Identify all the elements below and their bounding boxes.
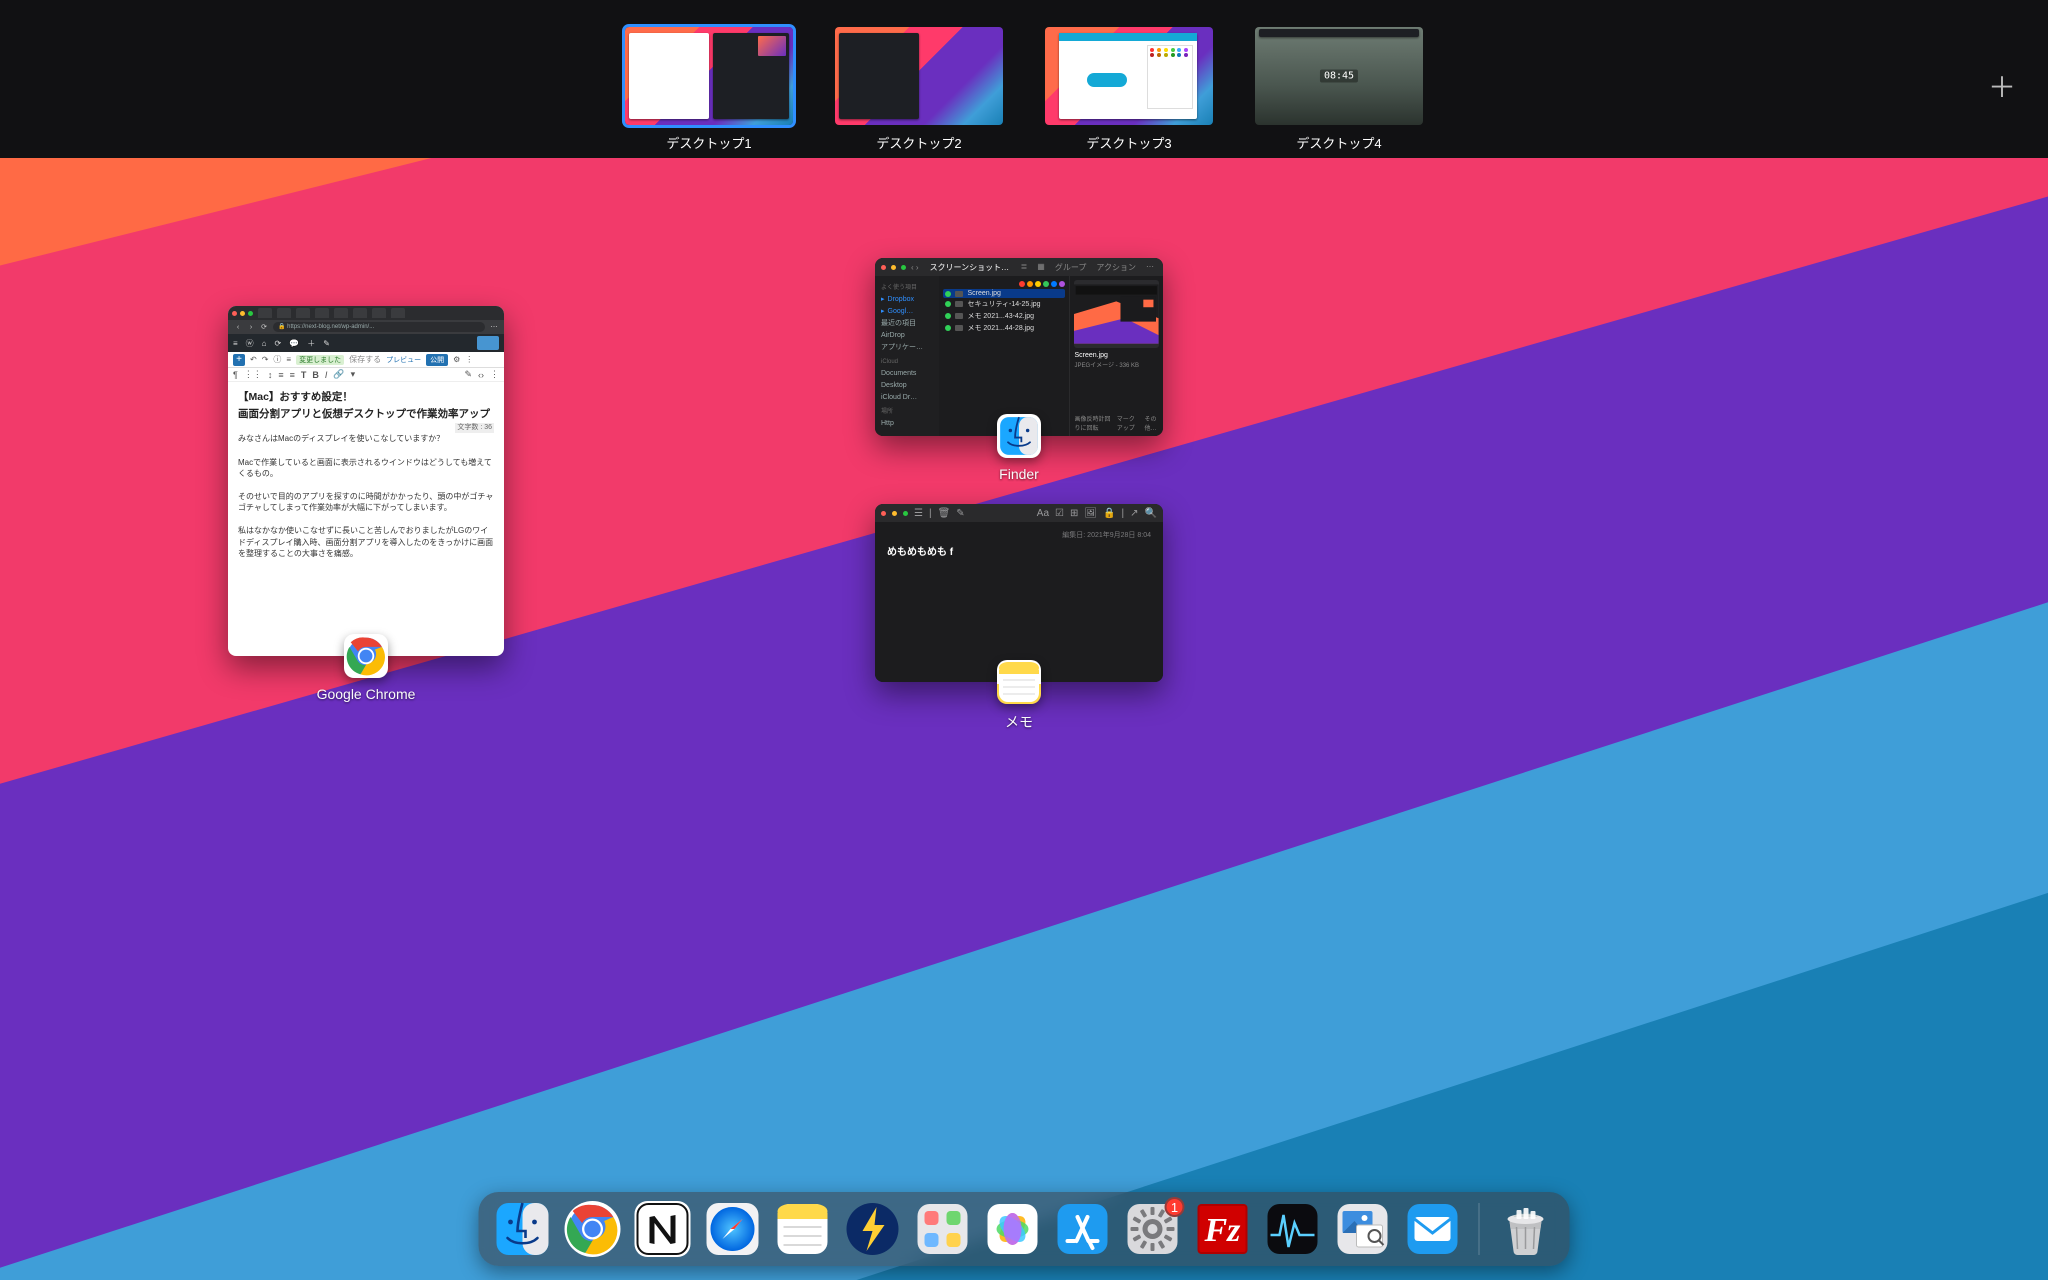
compose-icon[interactable]: ✎ xyxy=(956,508,964,519)
post-title-line1: 【Mac】おすすめ設定！ xyxy=(238,390,494,405)
finder-file-list: Screen.jpg セキュリティ-14-25.jpg メモ 2021...43… xyxy=(939,276,1069,436)
file-row[interactable]: メモ 2021...44-28.jpg xyxy=(943,322,1065,334)
sidebar-item[interactable]: AirDrop xyxy=(881,330,933,342)
finder-app-icon xyxy=(997,414,1041,458)
chrome-app-label: Google Chrome xyxy=(317,686,416,702)
dock-separator xyxy=(1479,1203,1480,1255)
mc-window-chrome[interactable]: ‹ › ⟳ 🔒 https://next-blog.net/wp-admin/.… xyxy=(228,306,504,702)
mission-control-desktop: ‹ › ⟳ 🔒 https://next-blog.net/wp-admin/.… xyxy=(0,158,2048,1280)
omnibox[interactable]: 🔒 https://next-blog.net/wp-admin/... xyxy=(273,322,485,332)
sidebar-item[interactable]: iCloud Dr… xyxy=(881,392,933,404)
chrome-app-icon xyxy=(344,634,388,678)
space-desktop-1[interactable]: デスクトップ1 xyxy=(625,27,793,152)
nav-back-icon[interactable]: ‹ xyxy=(234,324,242,331)
finder-app-label: Finder xyxy=(999,466,1039,482)
delete-icon[interactable]: 🗑 xyxy=(938,508,951,519)
notes-app-icon xyxy=(997,660,1041,704)
hamburger-icon[interactable]: ≡ xyxy=(233,339,238,348)
reload-icon[interactable]: ⟳ xyxy=(260,323,268,331)
dock-launchpad[interactable] xyxy=(915,1201,971,1257)
space-desktop-4[interactable]: 08:45 デスクトップ4 xyxy=(1255,27,1423,152)
save-draft-button[interactable]: 保存する xyxy=(349,354,381,365)
word-count: 文字数 : 36 xyxy=(455,423,494,433)
home-icon[interactable]: ⌂ xyxy=(262,339,267,348)
sidebar-item[interactable]: アプリケー… xyxy=(881,342,933,354)
space-label: デスクトップ3 xyxy=(1086,133,1171,152)
add-space-button[interactable]: ＋ xyxy=(1988,72,2016,100)
preview-button[interactable]: プレビュー xyxy=(386,355,421,365)
sidebar-toggle-icon[interactable]: ☰ xyxy=(914,508,923,519)
sidebar-item[interactable]: ▸ Googl… xyxy=(881,306,933,318)
dock-safari[interactable] xyxy=(705,1201,761,1257)
notes-content: めもめもめも f xyxy=(887,543,1151,558)
dock: 1 Fz xyxy=(479,1192,1570,1266)
sidebar-item[interactable]: 最近の項目 xyxy=(881,318,933,330)
dock-settings[interactable]: 1 xyxy=(1125,1201,1181,1257)
sidebar-item[interactable]: Desktop xyxy=(881,380,933,392)
dock-thunderbolt[interactable] xyxy=(845,1201,901,1257)
dock-filezilla[interactable]: Fz xyxy=(1195,1201,1251,1257)
dock-finder[interactable] xyxy=(495,1201,551,1257)
notes-edited-date: 編集日: 2021年9月28日 8:04 xyxy=(887,530,1151,540)
file-row[interactable]: Screen.jpg xyxy=(943,289,1065,298)
space-label: デスクトップ1 xyxy=(666,133,751,152)
mc-window-finder[interactable]: ‹ › スクリーンショット… ≣▦ グループ アクション ⋯ よく使う項目 ▸ … xyxy=(875,258,1163,482)
dock-photos[interactable] xyxy=(985,1201,1041,1257)
badge: 1 xyxy=(1165,1197,1185,1217)
file-row[interactable]: セキュリティ-14-25.jpg xyxy=(943,298,1065,310)
save-status: 変更しました xyxy=(296,355,344,365)
finder-preview-pane: Screen.jpg JPEGイメージ - 336 KB 画像反時計回りに回転 … xyxy=(1069,276,1163,436)
spaces-bar: デスクトップ1 デスクトップ2 デスクトップ3 08:4 xyxy=(0,0,2048,158)
search-icon[interactable]: 🔍 xyxy=(1145,508,1157,519)
dock-chrome[interactable] xyxy=(565,1201,621,1257)
gear-icon[interactable]: ⚙ xyxy=(453,355,460,364)
clock-overlay: 08:45 xyxy=(1320,70,1358,83)
publish-button[interactable]: 公開 xyxy=(426,354,448,366)
sidebar-item[interactable]: Documents xyxy=(881,368,933,380)
dock-preview[interactable] xyxy=(1335,1201,1391,1257)
post-title-line2: 画面分割アプリと仮想デスクトップで作業効率アップ xyxy=(238,407,494,422)
space-desktop-3[interactable]: デスクトップ3 xyxy=(1045,27,1213,152)
space-desktop-2[interactable]: デスクトップ2 xyxy=(835,27,1003,152)
notes-app-label: メモ xyxy=(1005,712,1033,732)
svg-text:Fz: Fz xyxy=(1204,1212,1242,1249)
dock-notes[interactable] xyxy=(775,1201,831,1257)
finder-sidebar: よく使う項目 ▸ Dropbox ▸ Googl… 最近の項目 AirDrop … xyxy=(875,276,939,436)
dock-trash[interactable] xyxy=(1498,1201,1554,1257)
nav-forward-icon[interactable]: › xyxy=(247,324,255,331)
file-row[interactable]: メモ 2021...43-42.jpg xyxy=(943,310,1065,322)
mc-window-notes[interactable]: ☰ | 🗑 ✎ Aa☑⊞🖼🔒 |↗🔍 編集日: 2021年9月28日 8:04 … xyxy=(875,504,1163,732)
sidebar-item[interactable]: Http xyxy=(881,418,933,430)
wordpress-icon[interactable]: ⓦ xyxy=(246,338,254,349)
space-label: デスクトップ2 xyxy=(876,133,961,152)
dock-appstore[interactable] xyxy=(1055,1201,1111,1257)
space-label: デスクトップ4 xyxy=(1296,133,1381,152)
finder-title: スクリーンショット… xyxy=(930,262,1010,273)
dock-notion[interactable] xyxy=(635,1201,691,1257)
avatar[interactable] xyxy=(477,336,499,350)
add-block-button[interactable]: + xyxy=(233,354,245,366)
dock-activity[interactable] xyxy=(1265,1201,1321,1257)
dock-mail[interactable] xyxy=(1405,1201,1461,1257)
sidebar-item[interactable]: ▸ Dropbox xyxy=(881,294,933,306)
